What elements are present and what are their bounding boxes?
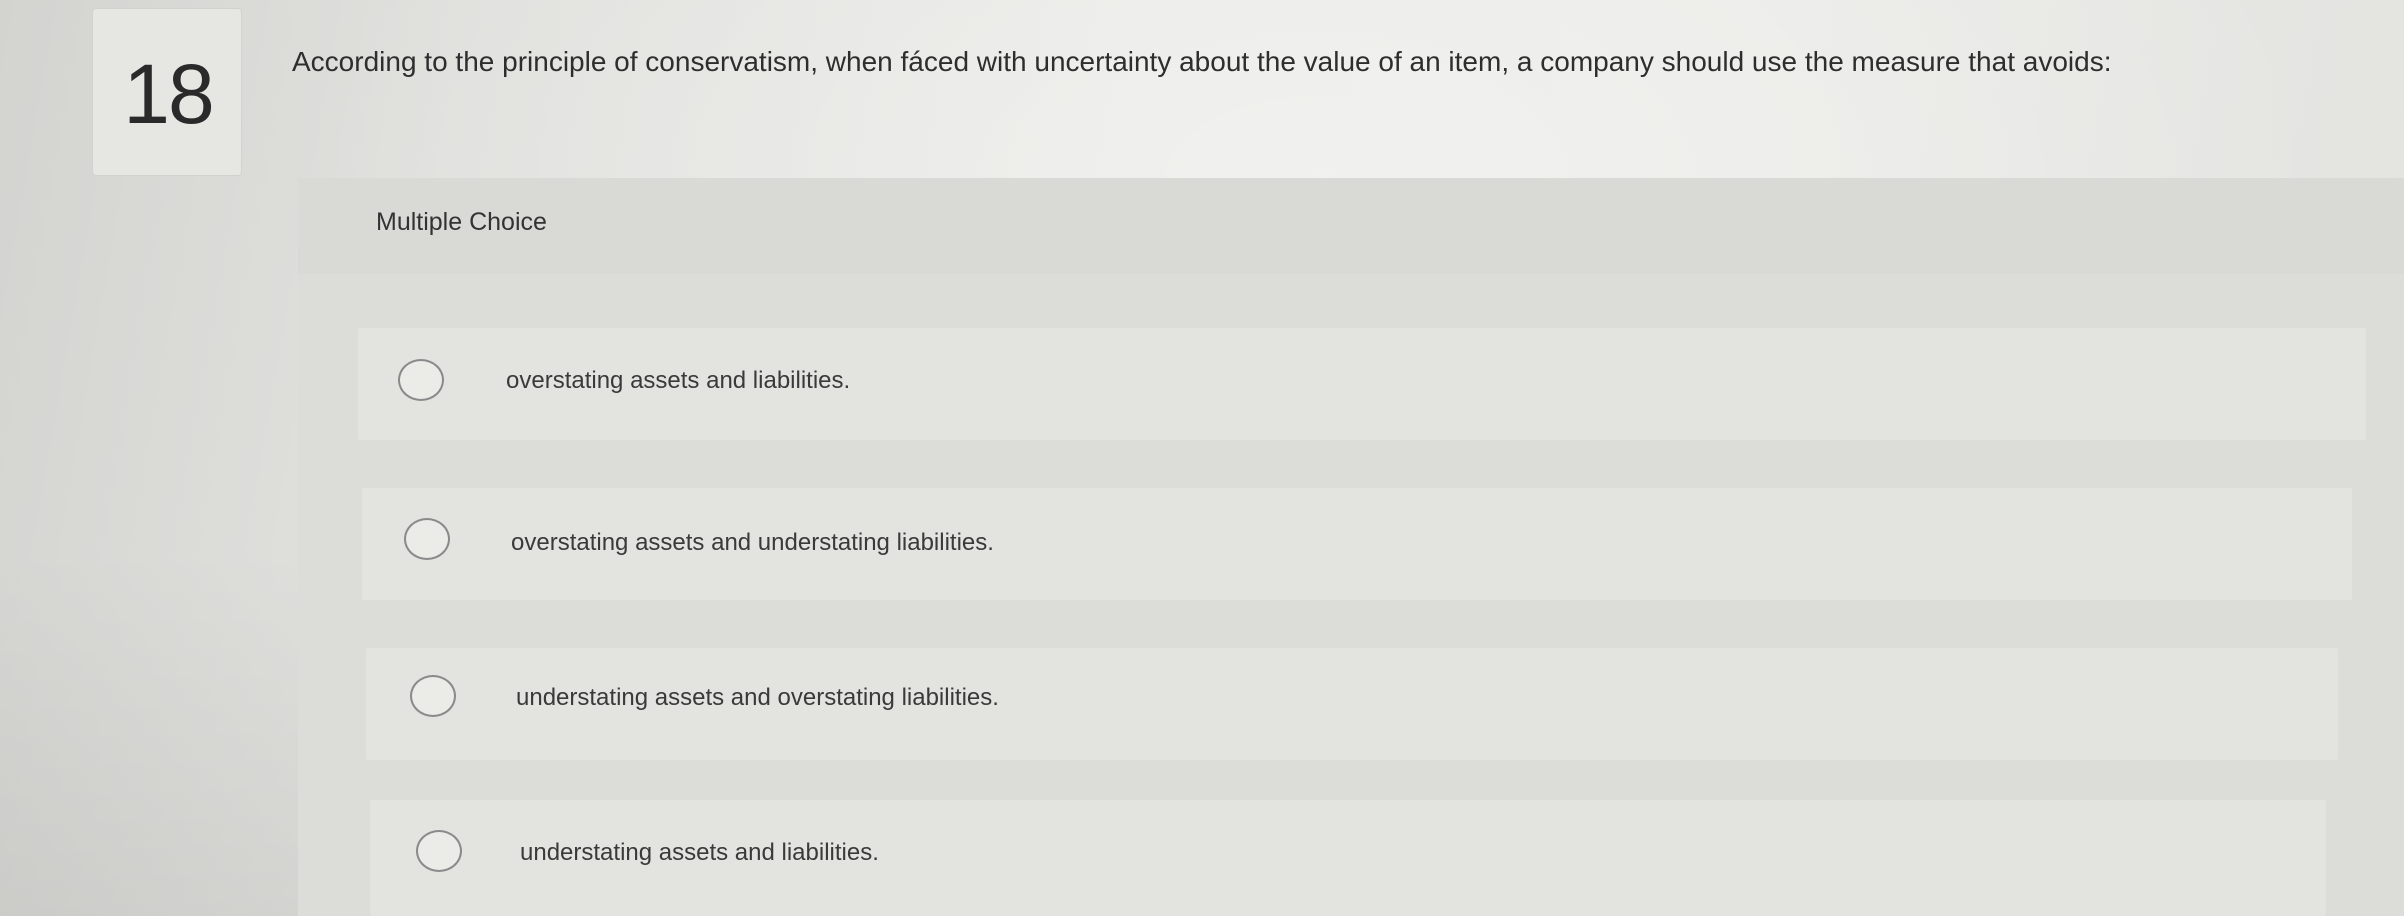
question-number-box: 18 [92, 8, 242, 176]
answer-option-4[interactable]: understating assets and liabilities. [370, 800, 2326, 916]
question-type-label: Multiple Choice [376, 208, 547, 236]
radio-button-icon[interactable] [398, 359, 444, 401]
answer-option-label: understating assets and liabilities. [520, 839, 879, 866]
answer-option-label: overstating assets and liabilities. [506, 367, 851, 394]
radio-button-icon[interactable] [416, 830, 462, 872]
answer-option-1[interactable]: overstating assets and liabilities. [358, 328, 2366, 440]
question-prompt: According to the principle of conservati… [292, 46, 2112, 77]
answer-option-label: overstating assets and understating liab… [511, 529, 994, 556]
radio-button-icon[interactable] [410, 675, 456, 717]
answer-option-2[interactable]: overstating assets and understating liab… [362, 488, 2352, 600]
question-number: 18 [123, 47, 214, 141]
answer-panel-header: Multiple Choice [298, 178, 2404, 274]
answer-option-label: understating assets and overstating liab… [516, 684, 999, 711]
radio-button-icon[interactable] [404, 518, 450, 560]
answer-option-3[interactable]: understating assets and overstating liab… [366, 648, 2338, 760]
